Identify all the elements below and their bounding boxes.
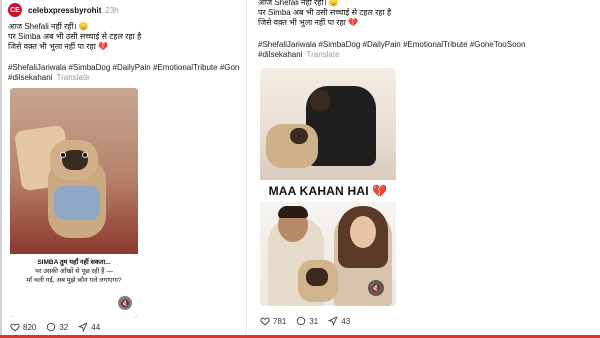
post-media[interactable]: SIMBA तुम यहाँ नहीं सकता... पर उसकी आँखो… xyxy=(10,88,138,318)
post-caption: आज Shefali नहीं रहीं। 😞 पर Simba अब भी उ… xyxy=(258,0,578,28)
hashtag-dilsekahani[interactable]: #dilsekahani xyxy=(258,50,302,59)
avatar[interactable]: CE xyxy=(8,3,22,17)
post-header: CE celebxpressbyrohit 23h xyxy=(8,3,119,17)
post-time: 23h xyxy=(105,5,119,15)
share-icon xyxy=(78,322,88,332)
like-count: 820 xyxy=(23,322,37,332)
pug-face xyxy=(306,268,328,286)
post-actions: 820 32 44 xyxy=(10,322,110,332)
hashtags-line[interactable]: #ShefaliJariwala #SimbaDog #DailyPain #E… xyxy=(258,40,578,50)
caption-line: पर Simba अब भी उसी सच्चाई से टहल रहा है xyxy=(8,32,142,41)
left-border xyxy=(0,0,2,338)
pug-face xyxy=(290,128,308,144)
image-text-title: SIMBA तुम यहाँ नहीं सकता... xyxy=(37,259,111,266)
comment-button[interactable]: 31 xyxy=(296,316,318,326)
caption-line: आज Shefali नहीं रहीं। 😞 xyxy=(8,22,89,31)
image-text-line: पर उसकी आँखों से पूछ रही हैं — xyxy=(35,268,113,275)
comment-count: 32 xyxy=(59,322,69,332)
translate-link[interactable]: Translate xyxy=(56,73,89,82)
comment-count: 31 xyxy=(309,316,319,326)
post-2: आज Shefali नहीं रहीं। 😞 पर Simba अब भी उ… xyxy=(258,0,598,335)
hashtags: #ShefaliJariwala #SimbaDog #DailyPain #E… xyxy=(8,63,240,83)
like-button[interactable]: 820 xyxy=(10,322,36,332)
post-media[interactable]: MAA KAHAN HAI 💔 🔇 xyxy=(260,68,396,306)
share-button[interactable]: 44 xyxy=(78,322,100,332)
share-icon xyxy=(328,316,338,326)
comment-icon xyxy=(47,322,56,332)
caption-line: जिसे वक़्त भी भुला नहीं पा रहा 💔 xyxy=(8,42,109,51)
pug-eye xyxy=(82,152,88,158)
share-count: 43 xyxy=(341,316,351,326)
hashtag-dilsekahani[interactable]: #dilsekahani xyxy=(8,73,52,82)
image-caption: MAA KAHAN HAI 💔 xyxy=(268,184,388,198)
share-button[interactable]: 43 xyxy=(328,316,350,326)
pug-eye xyxy=(60,152,66,158)
comment-button[interactable]: 32 xyxy=(46,322,68,332)
caption-line: पर Simba अब भी उसी सच्चाई से टहल रहा है xyxy=(258,8,392,17)
heart-icon xyxy=(260,317,270,326)
caption-line: जिसे वक़्त भी भुला नहीं पा रहा 💔 xyxy=(258,18,359,27)
username[interactable]: celebxpressbyrohit xyxy=(28,6,101,15)
like-count: 781 xyxy=(273,316,287,326)
like-button[interactable]: 781 xyxy=(260,316,286,326)
comment-icon xyxy=(297,316,306,326)
translate-link[interactable]: Translate xyxy=(306,50,339,59)
caption-line: आज Shefali नहीं रहीं। 😞 xyxy=(258,0,339,7)
post-actions: 781 31 43 xyxy=(260,316,360,326)
column-divider xyxy=(246,0,247,335)
man-head xyxy=(310,90,330,112)
post-caption: आज Shefali नहीं रहीं। 😞 पर Simba अब भी उ… xyxy=(8,22,240,52)
mute-icon[interactable]: 🔇 xyxy=(368,280,384,296)
image-caption-band: MAA KAHAN HAI 💔 xyxy=(260,180,396,202)
heart-icon xyxy=(10,323,20,332)
man-hair xyxy=(278,206,308,218)
share-count: 44 xyxy=(91,322,101,332)
pug-vest xyxy=(54,186,100,220)
image-text-line: माँ चली गई, अब मुझे कौन गले लगाएगा? xyxy=(26,277,122,284)
woman-face xyxy=(350,216,376,248)
post-1: CE celebxpressbyrohit 23h आज Shefali नही… xyxy=(8,0,240,335)
hashtags-line[interactable]: #ShefaliJariwala #SimbaDog #DailyPain #E… xyxy=(8,63,240,73)
mute-icon[interactable]: 🔇 xyxy=(118,296,132,310)
hashtags: #ShefaliJariwala #SimbaDog #DailyPain #E… xyxy=(258,40,578,60)
image-text-panel: SIMBA तुम यहाँ नहीं सकता... पर उसकी आँखो… xyxy=(10,254,138,318)
